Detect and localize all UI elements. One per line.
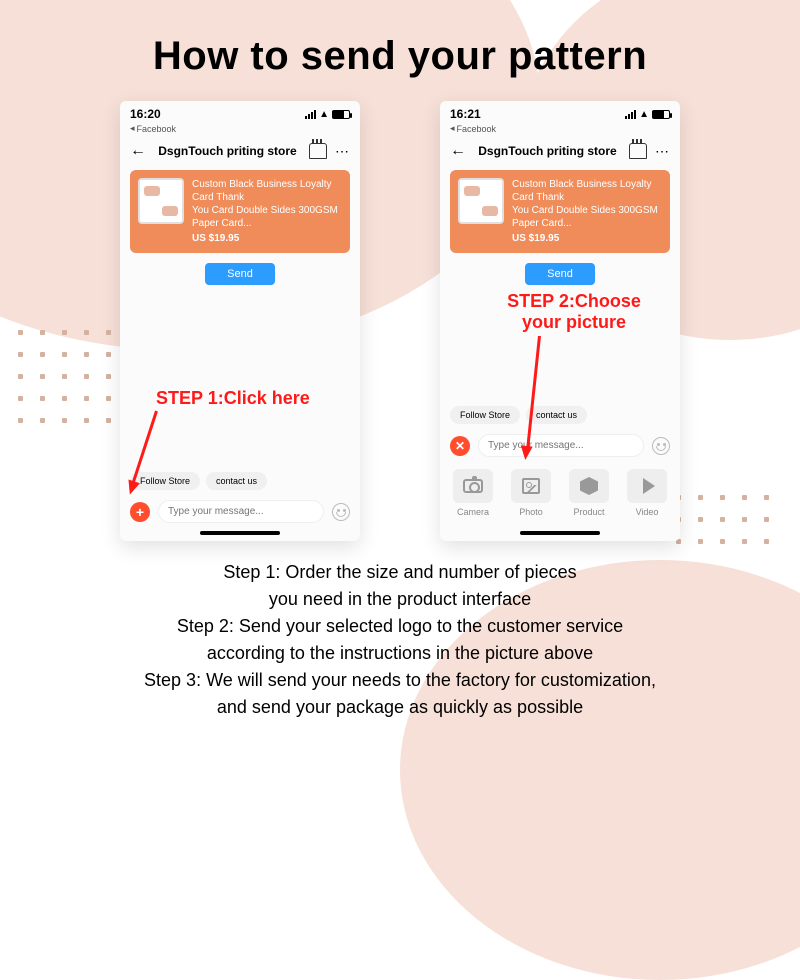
photo-icon: [522, 478, 540, 494]
wifi-icon: ▲: [639, 109, 649, 120]
back-icon[interactable]: ←: [450, 142, 466, 160]
store-icon[interactable]: [629, 143, 647, 159]
product-title-line2: You Card Double Sides 300GSM Paper Card.…: [512, 204, 662, 230]
product-title-line1: Custom Black Business Loyalty Card Thank: [192, 178, 342, 204]
store-icon[interactable]: [309, 143, 327, 159]
step-2-label: STEP 2:Chooseyour picture: [494, 291, 654, 332]
status-bar: 16:21 ▲ ◂ Facebook: [440, 101, 680, 136]
step-2-text-b: according to the instructions in the pic…: [40, 640, 760, 667]
cube-icon: [580, 477, 598, 495]
pill-follow-store[interactable]: Follow Store: [450, 406, 520, 424]
wifi-icon: ▲: [319, 109, 329, 120]
product-thumb: [458, 178, 504, 224]
more-icon[interactable]: ⋯: [335, 143, 350, 160]
phone-step-1: 16:20 ▲ ◂ Facebook ← DsgnTouch priting s…: [120, 101, 360, 541]
step-2-text-a: Step 2: Send your selected logo to the c…: [40, 613, 760, 640]
emoji-icon[interactable]: [652, 437, 670, 455]
battery-icon: [332, 110, 350, 119]
send-button[interactable]: Send: [525, 263, 595, 285]
home-indicator: [520, 531, 600, 535]
close-attachment-button[interactable]: ✕: [450, 436, 470, 456]
attachment-grid: Camera Photo Product Video: [440, 461, 680, 527]
battery-icon: [652, 110, 670, 119]
status-time: 16:20: [130, 107, 161, 121]
product-thumb: [138, 178, 184, 224]
play-icon: [643, 478, 655, 494]
pill-follow-store[interactable]: Follow Store: [130, 472, 200, 490]
back-to-app[interactable]: ◂ Facebook: [130, 123, 350, 134]
store-name: DsgnTouch priting store: [474, 144, 621, 158]
product-title-line2: You Card Double Sides 300GSM Paper Card.…: [192, 204, 342, 230]
step-1-label: STEP 1:Click here: [156, 388, 310, 409]
status-icons: ▲: [625, 109, 670, 120]
status-time: 16:21: [450, 107, 481, 121]
product-card[interactable]: Custom Black Business Loyalty Card Thank…: [130, 170, 350, 253]
page-title: How to send your pattern: [0, 0, 800, 79]
product-price: US $19.95: [192, 232, 342, 245]
instructions-block: Step 1: Order the size and number of pie…: [0, 559, 800, 721]
store-name: DsgnTouch priting store: [154, 144, 301, 158]
pill-contact-us[interactable]: contact us: [206, 472, 267, 490]
pill-contact-us[interactable]: contact us: [526, 406, 587, 424]
message-input[interactable]: [158, 500, 324, 523]
emoji-icon[interactable]: [332, 503, 350, 521]
product-card[interactable]: Custom Black Business Loyalty Card Thank…: [450, 170, 670, 253]
signal-icon: [625, 110, 636, 119]
back-icon[interactable]: ←: [130, 142, 146, 160]
product-title-line1: Custom Black Business Loyalty Card Thank: [512, 178, 662, 204]
step-1-text-a: Step 1: Order the size and number of pie…: [40, 559, 760, 586]
attach-photo[interactable]: Photo: [504, 469, 558, 517]
attach-product[interactable]: Product: [562, 469, 616, 517]
phone-step-2: 16:21 ▲ ◂ Facebook ← DsgnTouch priting s…: [440, 101, 680, 541]
message-input[interactable]: [478, 434, 644, 457]
status-bar: 16:20 ▲ ◂ Facebook: [120, 101, 360, 136]
step-1-text-b: you need in the product interface: [40, 586, 760, 613]
step-2-arrow-head: [519, 445, 532, 460]
attach-camera[interactable]: Camera: [446, 469, 500, 517]
send-button[interactable]: Send: [205, 263, 275, 285]
add-attachment-button[interactable]: +: [130, 502, 150, 522]
back-to-app[interactable]: ◂ Facebook: [450, 123, 670, 134]
product-price: US $19.95: [512, 232, 662, 245]
step-3-text-a: Step 3: We will send your needs to the f…: [40, 667, 760, 694]
attach-video[interactable]: Video: [620, 469, 674, 517]
more-icon[interactable]: ⋯: [655, 143, 670, 160]
camera-icon: [463, 479, 483, 493]
status-icons: ▲: [305, 109, 350, 120]
home-indicator: [200, 531, 280, 535]
signal-icon: [305, 110, 316, 119]
step-3-text-b: and send your package as quickly as poss…: [40, 694, 760, 721]
